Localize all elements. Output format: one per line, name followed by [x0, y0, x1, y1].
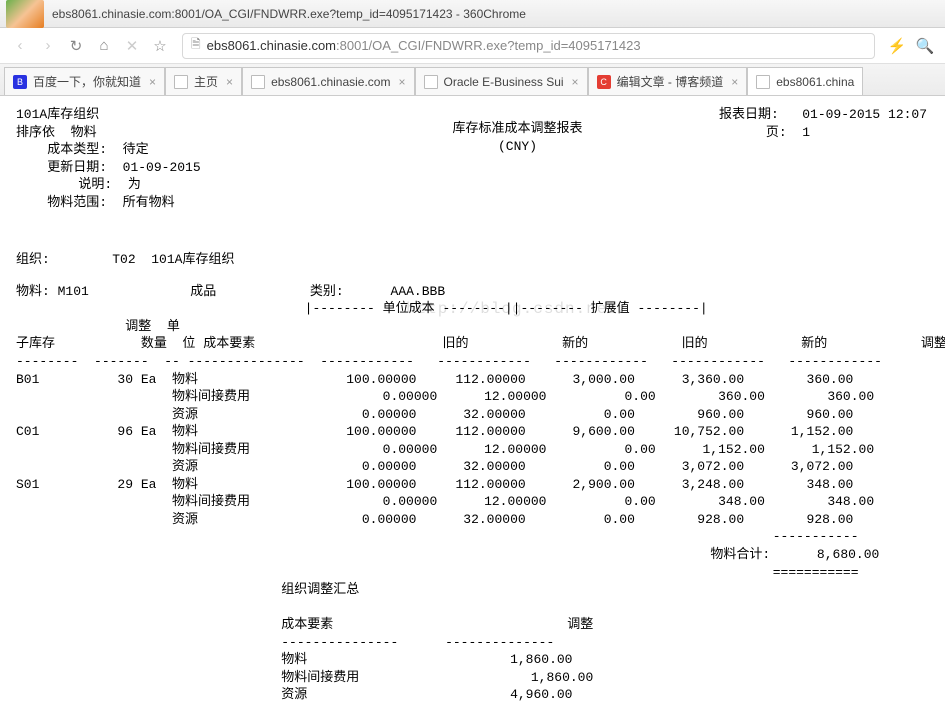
summary-table: 组织调整汇总 成本要素 调整 --------------- ---------… — [16, 581, 929, 704]
favorite-button[interactable]: ☆ — [148, 37, 172, 55]
item-range-label: 物料范围: — [47, 195, 107, 210]
report-title: 库存标准成本调整报表 — [316, 120, 719, 138]
tab-5[interactable]: ebs8061.china — [747, 67, 863, 95]
url-bar[interactable]: 🗎 ebs8061.chinasie.com:8001/OA_CGI/FNDWR… — [182, 33, 875, 59]
reload-button[interactable]: ↻ — [64, 37, 88, 55]
cost-type-value: 待定 — [123, 142, 149, 157]
org-label: 组织: — [16, 252, 50, 267]
org-value: T02 101A库存组织 — [112, 252, 234, 267]
close-icon[interactable]: × — [226, 75, 233, 89]
favicon — [424, 75, 438, 89]
tab-3[interactable]: Oracle E-Business Sui × — [415, 67, 588, 95]
favicon — [174, 75, 188, 89]
org-header: 101A库存组织 — [16, 107, 99, 122]
page-label: 页: — [766, 125, 787, 140]
tab-label: 主页 — [194, 73, 218, 90]
desc-value: 为 — [128, 177, 141, 192]
close-icon[interactable]: × — [398, 75, 405, 89]
close-icon[interactable]: × — [149, 75, 156, 89]
home-button[interactable]: ⌂ — [92, 37, 116, 54]
cost-type-label: 成本类型: — [47, 142, 107, 157]
cat-value: AAA.BBB — [391, 284, 446, 299]
update-date-value: 01-09-2015 — [123, 160, 201, 175]
titlebar: ebs8061.chinasie.com:8001/OA_CGI/FNDWRR.… — [0, 0, 945, 28]
tab-label: Oracle E-Business Sui — [444, 75, 564, 89]
tab-1[interactable]: 主页 × — [165, 67, 242, 95]
tab-4[interactable]: C 编辑文章 - 博客频道 × — [588, 67, 748, 95]
cat-label: 类别: — [310, 284, 344, 299]
data-table: |-------- 单位成本 --------||-------- 扩展值 --… — [16, 300, 929, 581]
window-title: ebs8061.chinasie.com:8001/OA_CGI/FNDWRR.… — [52, 7, 939, 21]
speed-icon[interactable]: ⚡ — [885, 37, 909, 55]
close-icon[interactable]: × — [572, 75, 579, 89]
back-button[interactable]: ‹ — [8, 37, 32, 54]
forward-button[interactable]: › — [36, 37, 60, 54]
search-icon[interactable]: 🔍 — [913, 37, 937, 55]
tab-2[interactable]: ebs8061.chinasie.com × — [242, 67, 414, 95]
item-desc: 成品 — [190, 284, 216, 299]
sort-value: 物料 — [71, 125, 97, 140]
tabs-bar: B百度一下，你就知道×主页×ebs8061.chinasie.com×Oracl… — [0, 64, 945, 96]
tab-label: ebs8061.chinasie.com — [271, 75, 390, 89]
url-text: ebs8061.chinasie.com:8001/OA_CGI/FNDWRR.… — [207, 38, 641, 53]
tab-label: 百度一下，你就知道 — [33, 73, 141, 90]
page-value: 1 — [802, 125, 810, 140]
report-currency: (CNY) — [316, 138, 719, 156]
tab-0[interactable]: B 百度一下，你就知道 × — [4, 67, 165, 95]
favicon — [251, 75, 265, 89]
update-date-label: 更新日期: — [47, 160, 107, 175]
report-content: 101A库存组织 排序依 物料 成本类型: 待定 更新日期: 01-09-201… — [0, 96, 945, 720]
tab-label: ebs8061.china — [776, 75, 854, 89]
item-value: M101 — [58, 284, 89, 299]
navbar: ‹ › ↻ ⌂ ✕ ☆ 🗎 ebs8061.chinasie.com:8001/… — [0, 28, 945, 64]
favicon — [756, 75, 770, 89]
report-date-label: 报表日期: — [719, 107, 779, 122]
item-label: 物料: — [16, 284, 50, 299]
favicon: B — [13, 75, 27, 89]
doc-icon: 🗎 — [191, 35, 201, 56]
desc-label: 说明: — [78, 177, 112, 192]
favicon: C — [597, 75, 611, 89]
report-date-value: 01-09-2015 12:07 — [802, 107, 927, 122]
stop-button[interactable]: ✕ — [120, 37, 144, 55]
tab-label: 编辑文章 - 博客频道 — [617, 73, 724, 90]
item-range-value: 所有物料 — [123, 195, 175, 210]
close-icon[interactable]: × — [731, 75, 738, 89]
sort-label: 排序依 — [16, 125, 55, 140]
watermark: http://blog.csdn.net/ — [406, 300, 629, 318]
avatar — [6, 0, 44, 28]
